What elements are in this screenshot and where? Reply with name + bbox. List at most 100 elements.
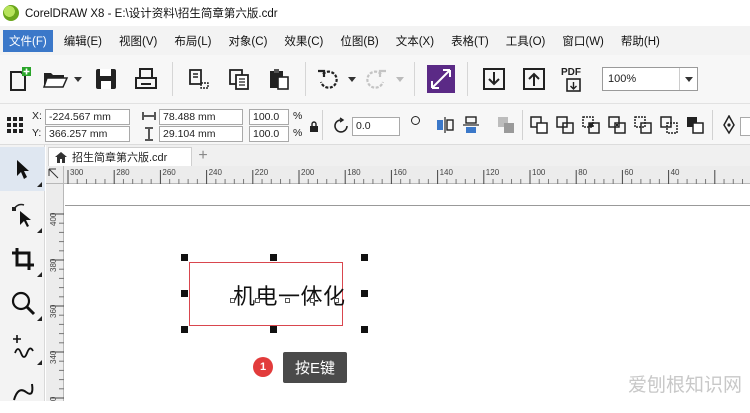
- lock-ratio-icon[interactable]: [309, 121, 319, 133]
- new-document-button[interactable]: [0, 59, 40, 99]
- property-bar: X: -224.567 mm Y: 366.257 mm 78.488 mm 2…: [0, 103, 750, 145]
- selection-handle[interactable]: [361, 290, 368, 297]
- intersect-icon[interactable]: [582, 116, 600, 134]
- artistic-media-tool[interactable]: [0, 369, 45, 413]
- text-node[interactable]: [255, 298, 260, 303]
- width-field[interactable]: 78.488 mm: [159, 109, 243, 125]
- ruler-tick-label: 340: [49, 350, 58, 364]
- export-button[interactable]: [514, 59, 554, 99]
- y-position-field[interactable]: 366.257 mm: [45, 126, 130, 142]
- cut-button[interactable]: [179, 59, 219, 99]
- freehand-tool[interactable]: [0, 325, 45, 369]
- selection-handle[interactable]: [361, 326, 368, 333]
- combine-icon[interactable]: [497, 116, 515, 134]
- search-content-button[interactable]: [421, 59, 461, 99]
- menu-help[interactable]: 帮助(H): [615, 30, 666, 52]
- zoom-tool[interactable]: [0, 281, 45, 325]
- text-node[interactable]: [334, 298, 339, 303]
- save-disk-icon: [96, 69, 116, 89]
- menu-layout[interactable]: 布局(L): [168, 30, 217, 52]
- menu-view[interactable]: 视图(V): [113, 30, 163, 52]
- open-dropdown-icon[interactable]: [74, 76, 82, 82]
- scale-x-field[interactable]: 100.0: [249, 109, 289, 125]
- open-button[interactable]: [40, 59, 70, 99]
- selection-handle[interactable]: [270, 254, 277, 261]
- artistic-text-object[interactable]: 机电一体化: [233, 279, 346, 311]
- redo-button[interactable]: [360, 59, 392, 99]
- mirror-vertical-icon[interactable]: [462, 116, 480, 134]
- ruler-origin[interactable]: [46, 166, 64, 184]
- outline-width-field[interactable]: [740, 117, 750, 136]
- ruler-tick-label: 40: [671, 168, 680, 177]
- import-button[interactable]: [474, 59, 514, 99]
- simplify-icon[interactable]: [608, 116, 626, 134]
- selection-handle[interactable]: [181, 254, 188, 261]
- text-node[interactable]: [230, 298, 235, 303]
- menu-object[interactable]: 对象(C): [222, 30, 273, 52]
- menu-table[interactable]: 表格(T): [445, 30, 495, 52]
- rotation-degree-icon: [411, 116, 420, 125]
- front-minus-back-icon[interactable]: [634, 116, 652, 134]
- zoom-level-value: 100%: [608, 73, 637, 85]
- menu-bitmaps[interactable]: 位图(B): [334, 30, 384, 52]
- redo-icon: [366, 69, 386, 89]
- crop-tool[interactable]: [0, 237, 45, 281]
- object-origin-icon[interactable]: [6, 116, 24, 134]
- menu-effects[interactable]: 效果(C): [278, 30, 329, 52]
- x-position-field[interactable]: -224.567 mm: [45, 109, 130, 125]
- shape-tool[interactable]: [0, 193, 45, 237]
- menu-file[interactable]: 文件(F): [3, 29, 53, 52]
- weld-icon[interactable]: [530, 116, 548, 134]
- document-tab[interactable]: 招生简章第六版.cdr: [48, 147, 192, 166]
- ruler-tick-label: 160: [393, 168, 407, 177]
- outline-pen-icon[interactable]: [722, 115, 736, 135]
- scale-y-field[interactable]: 100.0: [249, 126, 289, 142]
- ruler-origin-icon: [48, 168, 59, 179]
- paste-button[interactable]: [259, 59, 299, 99]
- rotation-angle-field[interactable]: 0.0: [352, 117, 400, 136]
- pick-tool[interactable]: [0, 147, 45, 191]
- create-boundary-icon[interactable]: [686, 116, 704, 134]
- menu-window[interactable]: 窗口(W): [556, 30, 610, 52]
- menu-edit[interactable]: 编辑(E): [58, 30, 108, 52]
- zoom-dropdown-icon[interactable]: [679, 68, 697, 90]
- back-minus-front-icon[interactable]: [660, 116, 678, 134]
- height-field[interactable]: 29.104 mm: [159, 126, 243, 142]
- drawing-canvas[interactable]: [65, 185, 750, 401]
- undo-button[interactable]: [312, 59, 344, 99]
- text-node[interactable]: [285, 298, 290, 303]
- selection-handle[interactable]: [181, 290, 188, 297]
- zoom-level-select[interactable]: 100%: [602, 67, 698, 91]
- redo-dropdown-icon[interactable]: [396, 76, 404, 82]
- width-icon: [142, 112, 156, 120]
- flyout-corner-icon: [37, 316, 42, 321]
- print-button[interactable]: [126, 59, 166, 99]
- selection-handle[interactable]: [361, 254, 368, 261]
- rotation-icon: [334, 117, 348, 133]
- selection-handle[interactable]: [181, 326, 188, 333]
- coreldraw-logo-icon: [3, 5, 19, 21]
- menu-text[interactable]: 文本(X): [390, 30, 440, 52]
- vertical-ruler[interactable]: 400 380 360 340 320: [46, 184, 64, 410]
- horizontal-ruler[interactable]: 300 280 260 240 220 200 180 160 140 120 100 80 60 40: [64, 166, 750, 184]
- publish-pdf-button[interactable]: PDF: [554, 59, 594, 99]
- pdf-icon: PDF: [561, 67, 581, 92]
- add-document-tab-icon[interactable]: +: [196, 148, 210, 164]
- ruler-tick-label: 220: [255, 168, 269, 177]
- trim-icon[interactable]: [556, 116, 574, 134]
- text-node[interactable]: [310, 298, 315, 303]
- save-button[interactable]: [86, 59, 126, 99]
- freehand-icon: [12, 335, 34, 358]
- horizontal-ruler-ticks: 300 280 260 240 220 200 180 160 140 120 100 80 60 40: [67, 168, 744, 184]
- undo-dropdown-icon[interactable]: [348, 76, 356, 82]
- mirror-horizontal-icon[interactable]: [436, 116, 454, 134]
- paste-clipboard-icon: [270, 69, 289, 90]
- selection-handle[interactable]: [270, 326, 277, 333]
- copy-button[interactable]: [219, 59, 259, 99]
- ruler-tick-label: 60: [624, 168, 633, 177]
- toolbox: [0, 145, 45, 401]
- document-tab-label: 招生简章第六版.cdr: [72, 152, 168, 164]
- ruler-tick-label: 100: [532, 168, 546, 177]
- step-number-badge: 1: [253, 357, 273, 377]
- menu-tools[interactable]: 工具(O): [500, 30, 552, 52]
